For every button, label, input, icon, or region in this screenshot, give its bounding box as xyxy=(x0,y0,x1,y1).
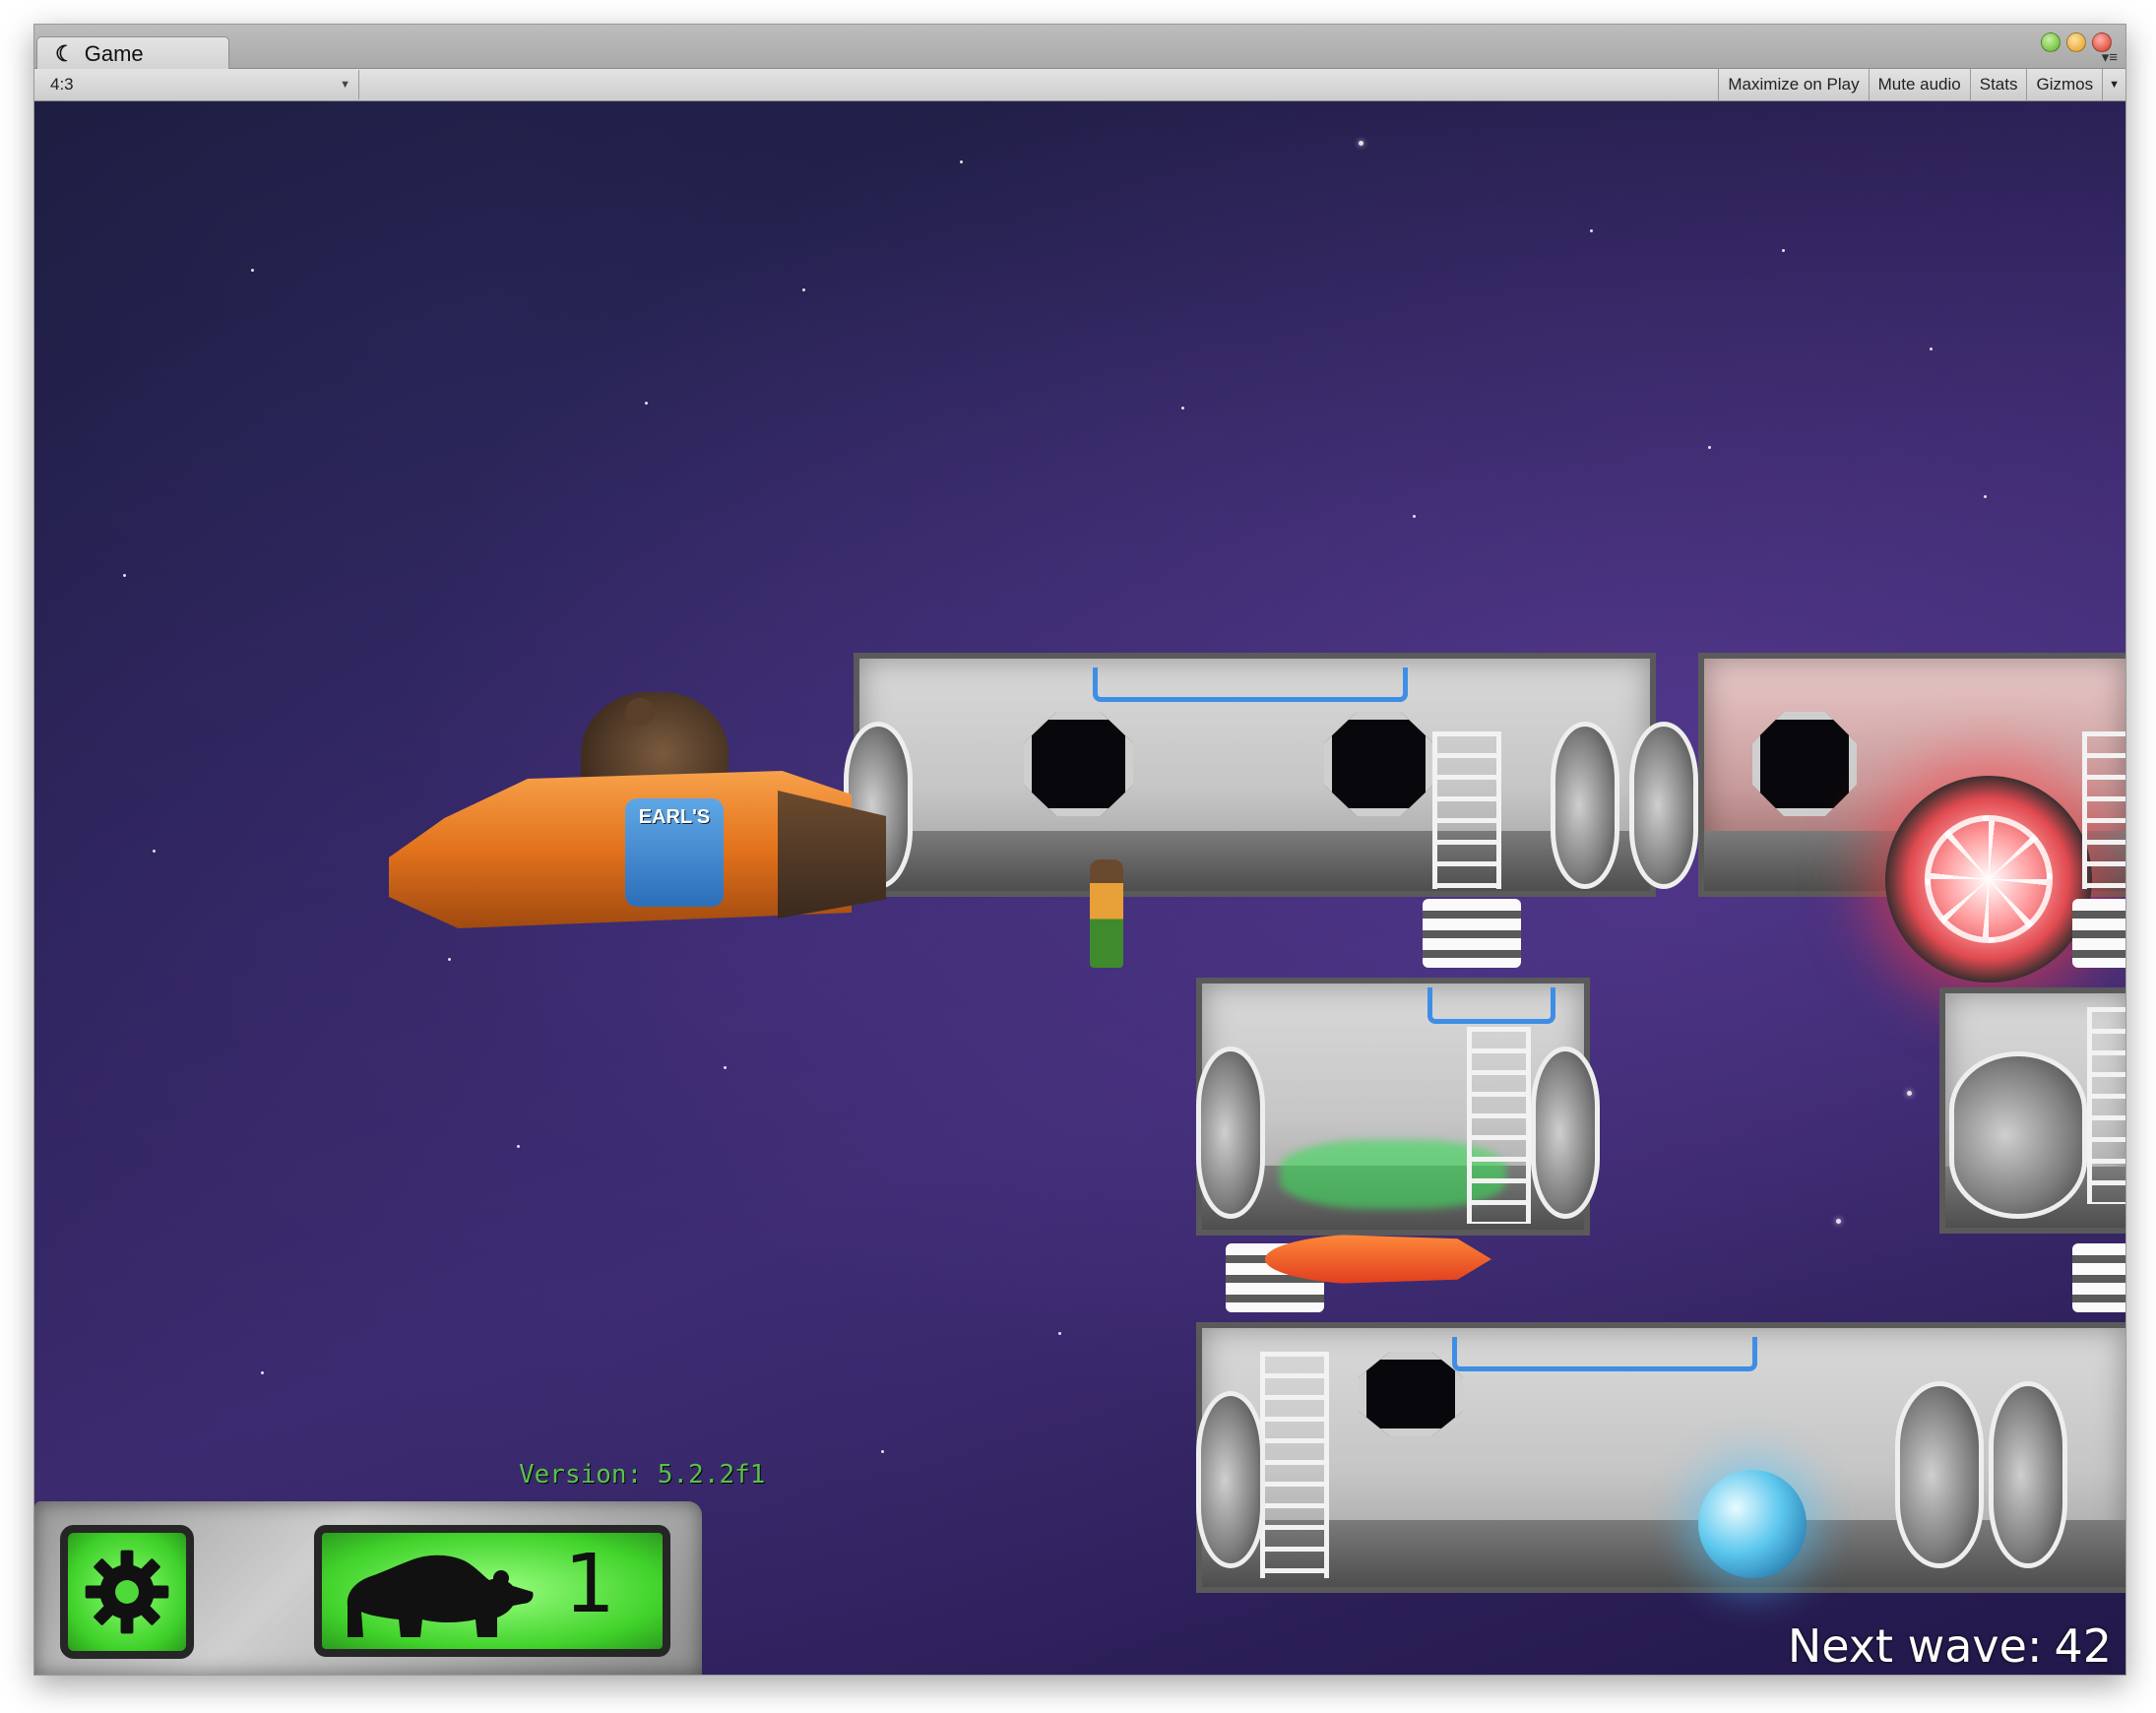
star xyxy=(645,402,648,405)
star xyxy=(517,1145,520,1148)
porthole xyxy=(1752,712,1857,816)
star xyxy=(802,288,805,291)
chevron-down-icon: ▼ xyxy=(340,79,350,91)
porthole xyxy=(1359,1352,1463,1436)
star xyxy=(960,160,963,163)
pipe xyxy=(1093,667,1408,702)
hatch-door[interactable] xyxy=(1196,1391,1265,1568)
ladder[interactable] xyxy=(1260,1352,1329,1578)
connector-tube xyxy=(1423,899,1521,968)
salmon-icon[interactable] xyxy=(1265,1234,1491,1285)
pipe xyxy=(1427,987,1555,1024)
star xyxy=(1782,249,1785,252)
bear-counter-button[interactable]: 1 xyxy=(314,1525,670,1657)
hatch-door[interactable] xyxy=(1949,1051,2087,1219)
connector-tube xyxy=(2072,1243,2125,1312)
hatch-door[interactable] xyxy=(1531,1047,1600,1219)
ladder[interactable] xyxy=(2087,1007,2125,1204)
gear-icon xyxy=(85,1550,169,1634)
tab-game-label: Game xyxy=(84,40,144,66)
star xyxy=(251,269,254,272)
version-text: Version: 5.2.2f1 xyxy=(519,1460,766,1490)
hatch-door[interactable] xyxy=(1989,1381,2067,1568)
stats-toggle[interactable]: Stats xyxy=(1969,69,2027,100)
star xyxy=(724,1066,727,1069)
bear-ear xyxy=(625,698,655,726)
star xyxy=(1058,1332,1061,1335)
star xyxy=(153,850,156,853)
gizmos-dropdown-icon[interactable]: ▼ xyxy=(2102,69,2125,100)
energy-orb-icon[interactable] xyxy=(1698,1470,1807,1578)
maximize-on-play-toggle[interactable]: Maximize on Play xyxy=(1718,69,1868,100)
bear-count: 1 xyxy=(563,1538,615,1631)
aspect-ratio-value: 4:3 xyxy=(50,75,74,94)
enemy-ship-drill xyxy=(778,791,886,919)
ship-logo: EARL'S xyxy=(625,798,724,907)
star xyxy=(1930,348,1933,350)
star xyxy=(1181,407,1184,410)
star xyxy=(261,1371,264,1374)
connector-tube xyxy=(2072,899,2125,968)
hatch-door[interactable] xyxy=(1196,1047,1265,1219)
star xyxy=(123,574,126,577)
mute-audio-toggle[interactable]: Mute audio xyxy=(1868,69,1970,100)
star xyxy=(1836,1219,1841,1224)
game-viewport[interactable]: EARL'S Version: 5.2.2f1 1 Next wave: 42 xyxy=(34,101,2125,1675)
star xyxy=(448,958,451,961)
next-wave-value: 42 xyxy=(2054,1619,2112,1673)
panel-menu-icon[interactable]: ▾≡ xyxy=(2102,50,2118,65)
ladder[interactable] xyxy=(1432,731,1501,889)
star xyxy=(1907,1091,1912,1096)
ladder[interactable] xyxy=(1467,1027,1531,1224)
ladder[interactable] xyxy=(2082,731,2125,889)
tab-game[interactable]: ☾ Game xyxy=(36,36,229,70)
star xyxy=(1590,229,1593,232)
pipe xyxy=(1452,1337,1757,1371)
hud-panel: 1 xyxy=(34,1501,702,1675)
enemy-ship[interactable]: EARL'S xyxy=(389,751,886,938)
unity-editor-window: ☾ Game ▾≡ 4:3 ▼ Maximize on Play Mute au… xyxy=(33,24,2126,1676)
hatch-door[interactable] xyxy=(1629,722,1698,889)
unity-logo-icon: ☾ xyxy=(55,40,75,66)
star xyxy=(1984,495,1987,498)
tab-bar: ☾ Game ▾≡ xyxy=(34,25,2125,70)
star xyxy=(1413,515,1416,518)
porthole xyxy=(1324,712,1433,816)
game-view-toolbar: 4:3 ▼ Maximize on Play Mute audio Stats … xyxy=(34,69,2125,101)
aspect-ratio-dropdown[interactable]: 4:3 ▼ xyxy=(40,70,359,99)
star xyxy=(1708,446,1711,449)
zoom-button[interactable] xyxy=(2066,32,2086,52)
bear-icon xyxy=(347,1554,534,1637)
hatch-door[interactable] xyxy=(1551,722,1619,889)
minimize-button[interactable] xyxy=(2041,32,2061,52)
fan-icon[interactable] xyxy=(1885,776,2092,983)
hatch-door[interactable] xyxy=(1895,1381,1984,1568)
settings-button[interactable] xyxy=(60,1525,194,1659)
star xyxy=(1359,141,1363,146)
next-wave-timer: Next wave: 42 xyxy=(1788,1619,2112,1673)
porthole xyxy=(1024,712,1133,816)
toolbar-toggles: Maximize on Play Mute audio Stats Gizmos… xyxy=(1718,69,2125,100)
crew-member[interactable] xyxy=(1090,859,1123,968)
gizmos-toggle[interactable]: Gizmos xyxy=(2026,69,2102,100)
next-wave-label: Next wave: xyxy=(1787,1619,2043,1673)
star xyxy=(881,1450,884,1453)
